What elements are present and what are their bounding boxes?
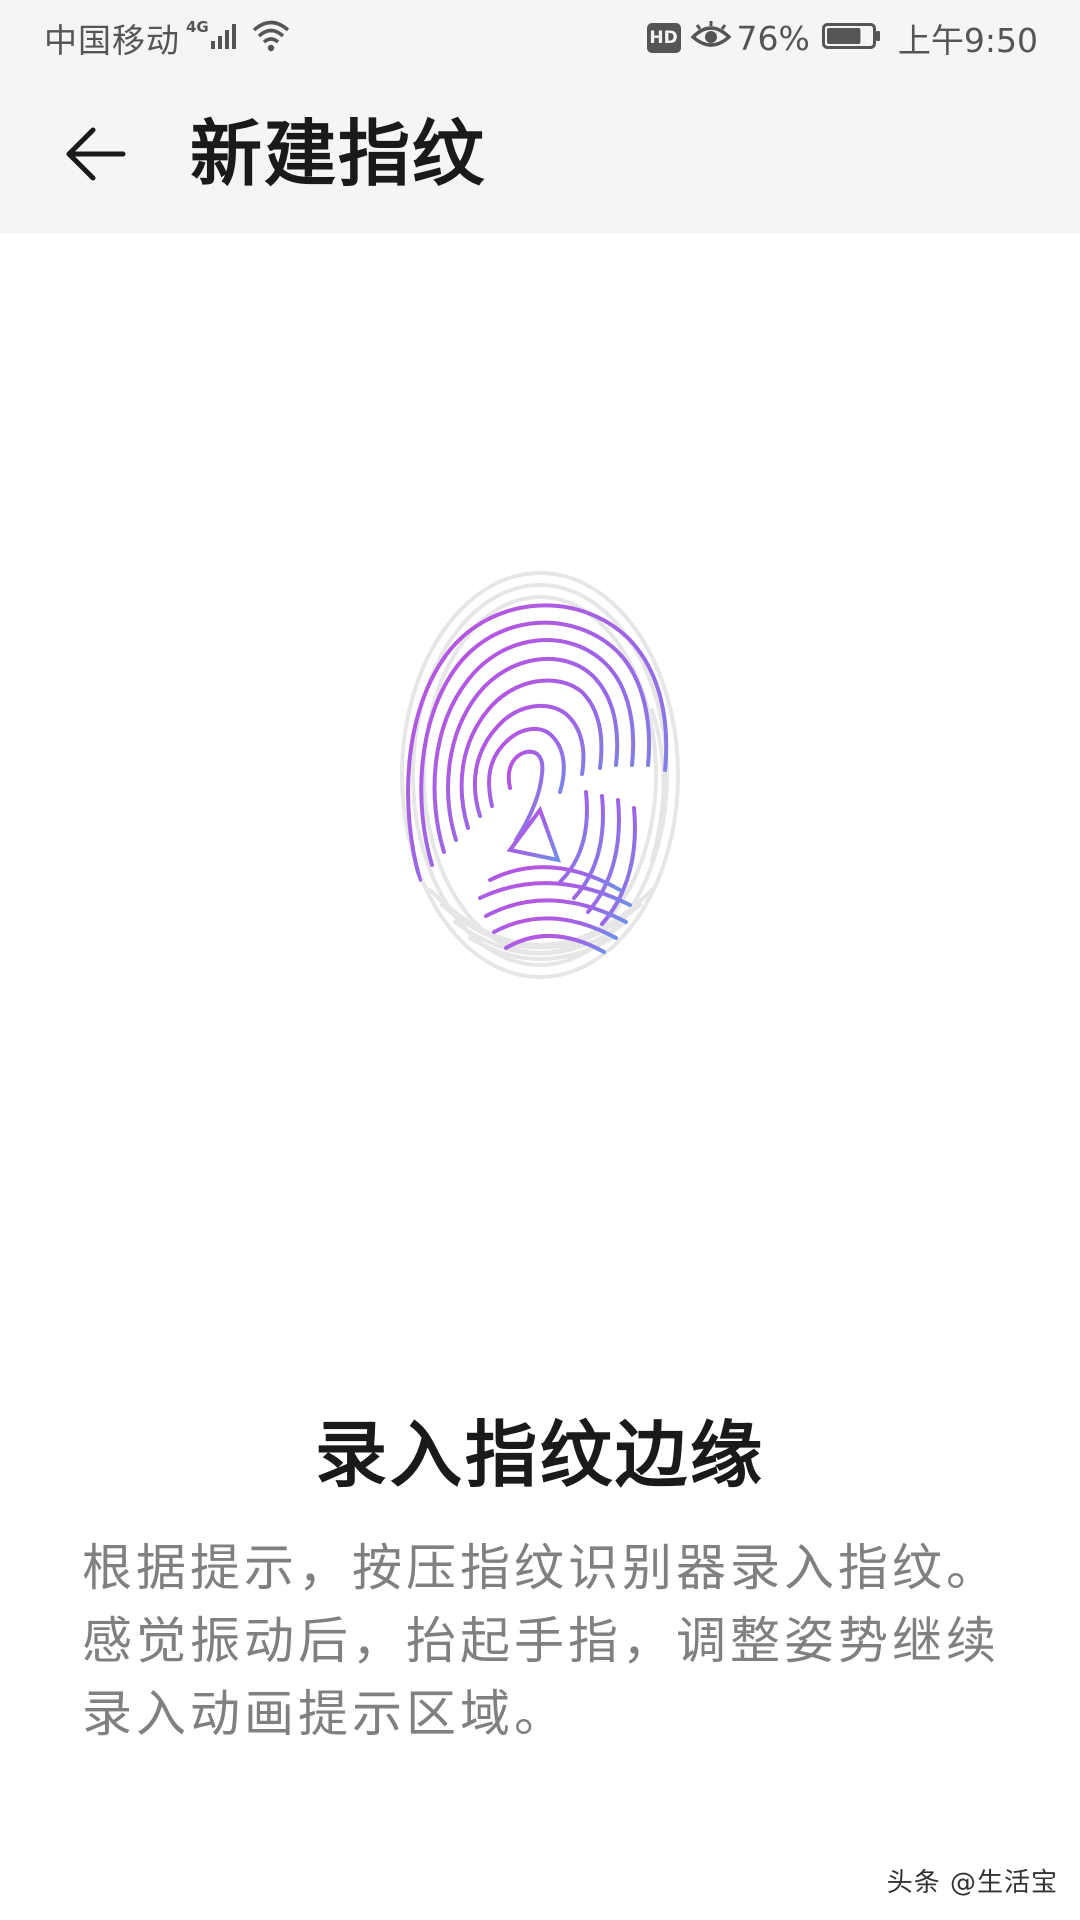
hd-badge: HD (646, 23, 681, 53)
fingerprint-icon (390, 560, 690, 990)
status-bar: 中国移动 4G HD 76% 上午9:50 (0, 0, 1080, 76)
battery-icon (821, 21, 882, 55)
instruction-text: 根据提示，按压指纹识别器录入指纹。感觉振动后，抬起手指，调整姿势继续录入动画提示… (82, 1539, 1000, 1743)
watermark: 头条 @生活宝 (886, 1868, 1058, 1898)
status-right: HD 76% 上午9:50 (646, 14, 1038, 62)
back-button[interactable] (50, 114, 140, 194)
page-title: 新建指纹 (190, 112, 487, 196)
carrier-name: 中国移动 (44, 21, 180, 60)
instruction-title: 录入指纹边缘 (314, 1413, 765, 1497)
signal-icon (209, 21, 239, 55)
arrow-left-icon (66, 127, 126, 181)
app-bar: 新建指纹 (0, 76, 1080, 234)
clock: 上午9:50 (897, 21, 1038, 60)
network-type: 4G (186, 18, 209, 36)
status-left: 中国移动 4G (44, 14, 291, 62)
eye-icon (689, 21, 732, 55)
wifi-icon (251, 19, 291, 57)
battery-percent: 76% (736, 18, 810, 58)
